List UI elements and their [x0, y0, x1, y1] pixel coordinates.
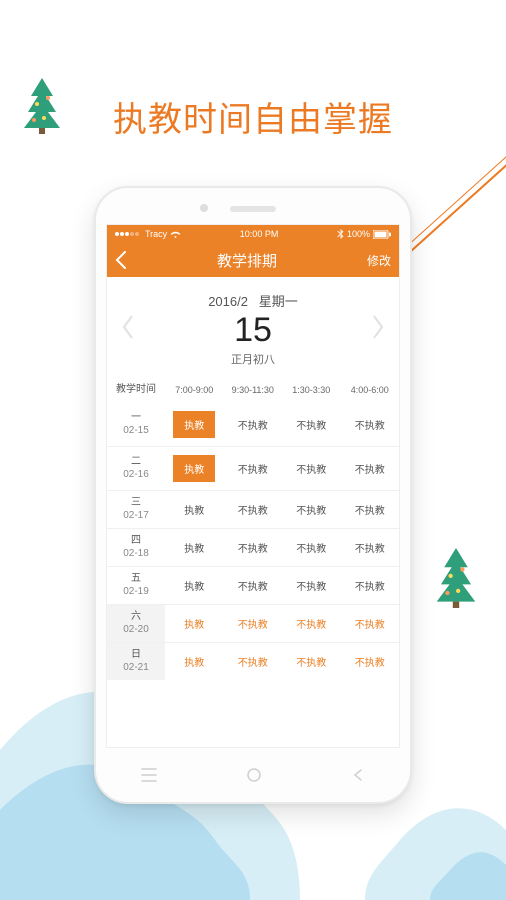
day-cell: 六02-20	[107, 605, 165, 642]
slot-cell[interactable]: 不执教	[282, 570, 341, 601]
teach-pill[interactable]: 执教	[173, 455, 215, 482]
table-row: 二02-16执教不执教不执教不执教	[107, 446, 399, 490]
slot-cell[interactable]: 不执教	[341, 494, 400, 525]
slot-cell[interactable]: 不执教	[282, 646, 341, 677]
schedule-table: 教学时间 7:00-9:00 9:30-11:30 1:30-3:30 4:00…	[107, 377, 399, 680]
slot-cell[interactable]: 不执教	[341, 453, 400, 484]
table-row: 日02-21执教不执教不执教不执教	[107, 642, 399, 680]
teach-pill[interactable]: 执教	[173, 411, 215, 438]
hw-home-icon	[246, 767, 262, 783]
pine-tree-icon	[434, 548, 478, 608]
slot-cell[interactable]: 执教	[165, 646, 224, 677]
slot-cell[interactable]: 不执教	[224, 646, 283, 677]
slot-cell[interactable]: 不执教	[224, 532, 283, 563]
header-title: 教学排期	[217, 250, 277, 271]
phone-screen: Tracy 10:00 PM 100% 教学排期 修改	[106, 224, 400, 748]
slot-cell[interactable]: 执教	[165, 494, 224, 525]
slot-cell[interactable]: 执教	[165, 403, 224, 446]
day-cell: 四02-18	[107, 529, 165, 566]
date-year-weekday: 2016/2 星期一	[117, 291, 389, 310]
wifi-icon	[170, 230, 181, 239]
date-lunar: 正月初八	[117, 351, 389, 367]
slot-cell[interactable]: 不执教	[224, 608, 283, 639]
day-cell: 五02-19	[107, 567, 165, 604]
hw-back-icon	[351, 768, 365, 782]
table-header-row: 教学时间 7:00-9:00 9:30-11:30 1:30-3:30 4:00…	[107, 377, 399, 403]
slot-cell[interactable]: 执教	[165, 532, 224, 563]
slot-cell[interactable]: 不执教	[224, 570, 283, 601]
slot-cell[interactable]: 不执教	[341, 532, 400, 563]
hw-menu-icon	[141, 768, 157, 782]
table-row: 四02-18执教不执教不执教不执教	[107, 528, 399, 566]
slot-cell[interactable]: 执教	[165, 447, 224, 490]
date-panel: 2016/2 星期一 15 正月初八	[107, 277, 399, 377]
battery-icon	[373, 230, 391, 239]
slot-header: 9:30-11:30	[224, 377, 283, 403]
slot-cell[interactable]: 不执教	[282, 608, 341, 639]
slot-cell[interactable]: 不执教	[282, 453, 341, 484]
day-cell: 三02-17	[107, 491, 165, 528]
day-cell: 二02-16	[107, 450, 165, 487]
slot-cell[interactable]: 执教	[165, 608, 224, 639]
day-cell: 一02-15	[107, 406, 165, 443]
table-row: 五02-19执教不执教不执教不执教	[107, 566, 399, 604]
slot-header: 7:00-9:00	[165, 377, 224, 403]
slot-cell[interactable]: 不执教	[341, 646, 400, 677]
header-day-col: 教学时间	[107, 378, 165, 403]
slot-cell[interactable]: 不执教	[282, 532, 341, 563]
slot-header: 4:00-6:00	[341, 377, 400, 403]
edit-button[interactable]: 修改	[367, 252, 391, 269]
day-cell: 日02-21	[107, 643, 165, 680]
table-row: 一02-15执教不执教不执教不执教	[107, 403, 399, 446]
bluetooth-icon	[337, 229, 344, 239]
phone-mockup: Tracy 10:00 PM 100% 教学排期 修改	[94, 186, 412, 804]
slot-cell[interactable]: 不执教	[341, 409, 400, 440]
battery-label: 100%	[347, 229, 370, 239]
slot-cell[interactable]: 不执教	[282, 494, 341, 525]
signal-icon	[115, 232, 139, 236]
carrier-label: Tracy	[145, 229, 167, 239]
slot-cell[interactable]: 执教	[165, 570, 224, 601]
status-bar: Tracy 10:00 PM 100%	[107, 225, 399, 243]
slot-cell[interactable]: 不执教	[224, 409, 283, 440]
app-header: 教学排期 修改	[107, 243, 399, 277]
slot-cell[interactable]: 不执教	[224, 453, 283, 484]
slot-cell[interactable]: 不执教	[341, 570, 400, 601]
phone-nav-bar	[96, 748, 410, 802]
date-day: 15	[117, 312, 389, 349]
table-row: 三02-17执教不执教不执教不执教	[107, 490, 399, 528]
date-year-month: 2016/2	[208, 294, 248, 309]
hero-title: 执教时间自由掌握	[0, 92, 506, 141]
status-time: 10:00 PM	[240, 229, 279, 239]
slot-cell[interactable]: 不执教	[224, 494, 283, 525]
next-day-button[interactable]	[371, 314, 385, 340]
back-button[interactable]	[115, 251, 127, 269]
prev-day-button[interactable]	[121, 314, 135, 340]
slot-header: 1:30-3:30	[282, 377, 341, 403]
table-row: 六02-20执教不执教不执教不执教	[107, 604, 399, 642]
slot-cell[interactable]: 不执教	[341, 608, 400, 639]
phone-camera-dot	[200, 204, 208, 212]
slot-cell[interactable]: 不执教	[282, 409, 341, 440]
date-weekday: 星期一	[259, 294, 298, 309]
